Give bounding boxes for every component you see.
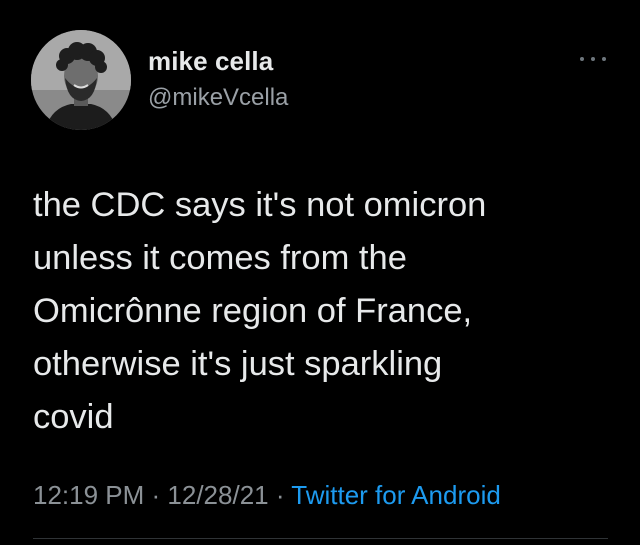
ellipsis-dot [580,57,584,61]
tweet: mike cella @mikeVcella the CDC says it's… [0,0,640,545]
tweet-date[interactable]: 12/28/21 [167,480,268,510]
display-name[interactable]: mike cella [148,46,273,77]
tweet-text: the CDC says it's not omicron unless it … [33,186,487,436]
avatar[interactable] [31,30,131,130]
tweet-metadata: 12:19 PM · 12/28/21 · Twitter for Androi… [33,480,501,511]
separator-dot: · [144,480,168,510]
ellipsis-dot [591,57,595,61]
more-options-icon[interactable] [580,52,606,66]
tweet-time[interactable]: 12:19 PM [33,480,144,510]
profile-photo-icon [31,30,131,130]
ellipsis-dot [602,57,606,61]
username-handle[interactable]: @mikeVcella [148,84,288,112]
tweet-source-link[interactable]: Twitter for Android [291,480,501,510]
separator-dot: · [268,480,292,510]
divider [33,538,608,539]
